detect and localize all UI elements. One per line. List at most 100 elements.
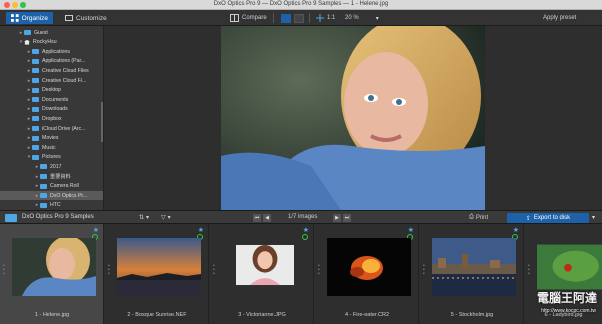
last-image-button[interactable]: ⏭ xyxy=(343,214,351,222)
print-button[interactable]: ⎙ Print xyxy=(469,214,488,221)
image-viewer xyxy=(104,26,602,210)
tree-item[interactable]: ▸ 2017 xyxy=(0,162,103,171)
image-count: 1/7 images xyxy=(288,214,318,220)
thumbnail-item[interactable]: • • • ★ 2 - Bosque Sunrise.NEF xyxy=(105,224,209,324)
tree-item[interactable]: ▸ iCloud Drive (Arc... xyxy=(0,124,103,133)
tree-item[interactable]: ▸ DxO Optics Pr... xyxy=(0,191,103,201)
folder-icon xyxy=(32,78,39,83)
tree-item[interactable]: ▸ 重要資料 xyxy=(0,172,103,181)
folder-icon xyxy=(40,183,47,189)
thumbnail-label: 3 - Victorianne.JPG xyxy=(238,312,286,318)
zoom-1to1-label: 1:1 xyxy=(327,15,336,21)
tree-item[interactable]: ▸ Downloads xyxy=(0,105,103,114)
drag-handle-icon[interactable]: • • • xyxy=(528,264,530,277)
export-to-disk-button[interactable]: ⇪ Export to disk xyxy=(507,213,589,223)
single-view-icon[interactable] xyxy=(281,13,291,23)
tree-item-label: Guest xyxy=(34,29,48,36)
zoom-select[interactable]: 20 % ▾ xyxy=(345,13,379,23)
tree-item-label: DxO Optics Pr... xyxy=(50,192,88,199)
tree-item[interactable]: ▸ Documents xyxy=(0,95,103,104)
thumbnail-image xyxy=(236,244,294,286)
tree-scrollbar[interactable] xyxy=(101,102,103,142)
thumbnail-label: 2 - Bosque Sunrise.NEF xyxy=(127,312,187,318)
star-icon: ★ xyxy=(302,227,309,234)
folder-icon xyxy=(32,58,39,64)
tree-item-label: RockyHsu xyxy=(33,39,57,46)
tree-item[interactable]: ▾ RockyHsu xyxy=(0,38,103,47)
folder-icon xyxy=(40,174,47,179)
thumbnail-label: 1 - Helene.jpg xyxy=(34,312,70,318)
disclosure-triangle-icon[interactable]: ▾ xyxy=(18,39,24,45)
tree-item-label: Camera Roll xyxy=(50,183,79,190)
thumbnail-image xyxy=(432,238,516,296)
tab-organize-label: Organize xyxy=(21,14,48,22)
next-image-button[interactable]: ▶ xyxy=(333,214,341,222)
thumbnail-item[interactable]: • • • ★ 4 - Fire-eater.CR2 xyxy=(315,224,419,324)
tab-organize[interactable]: Organize xyxy=(6,12,53,24)
tree-item[interactable]: ▸ Applications xyxy=(0,47,103,56)
first-image-button[interactable]: ⏮ xyxy=(253,214,261,222)
tree-item[interactable]: ▸ Creative Cloud Files xyxy=(0,66,103,75)
star-icon: ★ xyxy=(512,227,519,234)
toolbar-divider xyxy=(273,13,274,23)
watermark-logo: 電腦王阿達 xyxy=(536,291,597,305)
export-menu-chevron-icon[interactable]: ▾ xyxy=(592,214,595,221)
drag-handle-icon[interactable]: • • • xyxy=(318,264,320,277)
thumbnail-item[interactable]: • • • ★ 1 - Helene.jpg xyxy=(0,224,104,324)
tree-item-label: Applications (Par... xyxy=(42,58,86,65)
chevron-down-icon: ▾ xyxy=(375,15,379,22)
tree-item[interactable]: ▸ Applications (Par... xyxy=(0,57,103,66)
folder-icon xyxy=(32,87,39,93)
split-view-icon[interactable] xyxy=(294,13,304,23)
filter-button[interactable]: ▽ ▾ xyxy=(161,214,171,221)
tree-item[interactable]: ▾ Pictures xyxy=(0,153,103,162)
tree-item[interactable]: ▸ Desktop xyxy=(0,86,103,95)
tab-customize[interactable]: Customize xyxy=(60,12,116,24)
drag-handle-icon[interactable]: • • • xyxy=(108,264,110,277)
folder-icon xyxy=(40,193,47,199)
tree-item[interactable]: ▸ Dropbox xyxy=(0,114,103,123)
move-icon xyxy=(316,14,324,22)
folder-icon xyxy=(32,106,39,112)
compare-button[interactable]: Compare xyxy=(230,13,267,23)
tree-item[interactable]: ▸ Creative Cloud Fi... xyxy=(0,76,103,85)
home-icon xyxy=(24,39,30,45)
thumbnail-image xyxy=(117,238,201,296)
project-folder-title: DxO Optics Pro 9 Samples xyxy=(22,214,94,220)
zoom-1to1-button[interactable]: 1:1 xyxy=(316,13,335,23)
tree-item[interactable]: ▸ Movies xyxy=(0,134,103,143)
tree-item-label: Creative Cloud Fi... xyxy=(42,77,87,84)
thumbnail-image xyxy=(327,238,411,296)
folder-icon xyxy=(40,164,47,170)
tree-item[interactable]: ▸ Guest xyxy=(0,28,103,37)
folder-icon xyxy=(32,97,39,103)
thumbnail-image xyxy=(12,238,96,296)
folder-browser: ▸ Guest ▾ RockyHsu ▸ Applications ▸ Application… xyxy=(0,26,104,210)
tree-item[interactable]: ▸ Camera Roll xyxy=(0,182,103,191)
main-photo[interactable] xyxy=(221,26,485,210)
tree-item-label: Movies xyxy=(42,135,59,142)
tree-item-label: Downloads xyxy=(42,106,68,113)
thumbnail-image xyxy=(537,244,602,290)
thumbnail-item[interactable]: • • • ★ 5 - Stockholm.jpg xyxy=(420,224,524,324)
chevron-down-icon: ▾ xyxy=(167,215,171,221)
tree-item[interactable]: ▸ HTC xyxy=(0,201,103,210)
drag-handle-icon[interactable]: • • • xyxy=(213,264,215,277)
tree-item[interactable]: ▸ Music xyxy=(0,143,103,152)
grid-icon xyxy=(11,14,19,22)
drag-handle-icon[interactable]: • • • xyxy=(3,264,5,277)
filter-icon: ▽ xyxy=(161,215,166,221)
thumbnail-item[interactable]: • • • ★ 3 - Victorianne.JPG xyxy=(210,224,314,324)
thumbnail-item[interactable]: • • • 6 - Ladybird.jpg 電腦王阿達 http://www.ko… xyxy=(525,224,602,324)
drag-handle-icon[interactable]: • • • xyxy=(423,264,425,277)
apply-preset-button[interactable]: Apply preset xyxy=(543,13,576,23)
tab-customize-label: Customize xyxy=(76,14,107,22)
sort-button[interactable]: ⇅ ▾ xyxy=(139,214,149,221)
filmstrip: • • • ★ 1 - Helene.jpg • • • ★ 2 - Bosque Su… xyxy=(0,224,602,324)
compare-icon xyxy=(230,14,239,22)
title-bar: DxO Optics Pro 9 — DxO Optics Pro 9 Samp… xyxy=(0,0,602,10)
processed-status-icon xyxy=(302,234,308,240)
tree-item-label: Applications xyxy=(42,48,70,55)
nav-previous-group: ⏮ ◀ xyxy=(253,214,271,222)
previous-image-button[interactable]: ◀ xyxy=(263,214,271,222)
